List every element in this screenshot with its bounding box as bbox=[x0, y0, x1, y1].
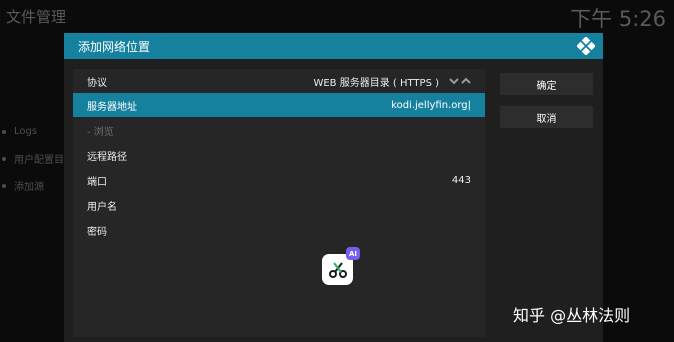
kodi-logo-icon bbox=[577, 37, 595, 55]
ai-badge: AI bbox=[346, 247, 360, 260]
watermark: 知乎 @丛林法则 bbox=[513, 306, 631, 325]
setting-label: 端口 bbox=[87, 176, 107, 188]
background-item-label: 用户配置目 bbox=[14, 155, 64, 166]
background-source-list: Logs 用户配置目 添加源 bbox=[2, 118, 64, 199]
server-address-value: kodi.jellyfin.org| bbox=[391, 99, 471, 111]
background-item-logs: Logs bbox=[2, 118, 64, 145]
clock: 下午 5:26 bbox=[570, 7, 666, 31]
browse-setting[interactable]: - 浏览 bbox=[73, 118, 485, 142]
dialog-header: 添加网络位置 bbox=[64, 33, 603, 59]
setting-label: - 浏览 bbox=[87, 126, 114, 138]
port-value: 443 bbox=[451, 174, 471, 186]
protocol-setting[interactable]: 协议 WEB 服务器目录 ( HTTPS ) bbox=[73, 69, 485, 93]
chevron-down-icon[interactable] bbox=[449, 77, 459, 85]
background-item-label: Logs bbox=[14, 126, 38, 137]
background-title: 文件管理 bbox=[6, 8, 67, 26]
setting-label: 服务器地址 bbox=[87, 101, 137, 113]
password-setting[interactable]: 密码 bbox=[73, 218, 485, 242]
username-setting[interactable]: 用户名 bbox=[73, 193, 485, 217]
setting-label: 协议 bbox=[87, 77, 107, 89]
remote-path-setting[interactable]: 远程路径 bbox=[73, 143, 485, 167]
scissors-icon bbox=[328, 261, 347, 278]
background-item-add-source: 添加源 bbox=[2, 172, 64, 199]
bullet-icon bbox=[2, 129, 6, 134]
protocol-value: WEB 服务器目录 ( HTTPS ) bbox=[313, 77, 439, 89]
setting-label: 密码 bbox=[87, 226, 107, 238]
add-network-location-dialog: 添加网络位置 协议 WEB 服务器目录 ( HTTPS ) 服务器地址 kodi… bbox=[64, 33, 603, 342]
settings-list: 协议 WEB 服务器目录 ( HTTPS ) 服务器地址 kodi.jellyf… bbox=[73, 69, 485, 337]
bullet-icon bbox=[2, 156, 6, 161]
setting-label: 用户名 bbox=[87, 201, 117, 213]
server-address-setting[interactable]: 服务器地址 kodi.jellyfin.org| bbox=[73, 93, 485, 117]
background-item-profile: 用户配置目 bbox=[2, 145, 64, 172]
chevron-up-icon[interactable] bbox=[461, 77, 471, 85]
bullet-icon bbox=[2, 183, 6, 188]
setting-label: 远程路径 bbox=[87, 151, 127, 163]
cancel-button[interactable]: 取消 bbox=[500, 106, 593, 128]
dialog-buttons: 确定 取消 bbox=[500, 73, 593, 139]
background-item-label: 添加源 bbox=[14, 182, 44, 193]
port-setting[interactable]: 端口 443 bbox=[73, 168, 485, 192]
dialog-title: 添加网络位置 bbox=[78, 39, 151, 54]
ok-button[interactable]: 确定 bbox=[500, 73, 593, 95]
